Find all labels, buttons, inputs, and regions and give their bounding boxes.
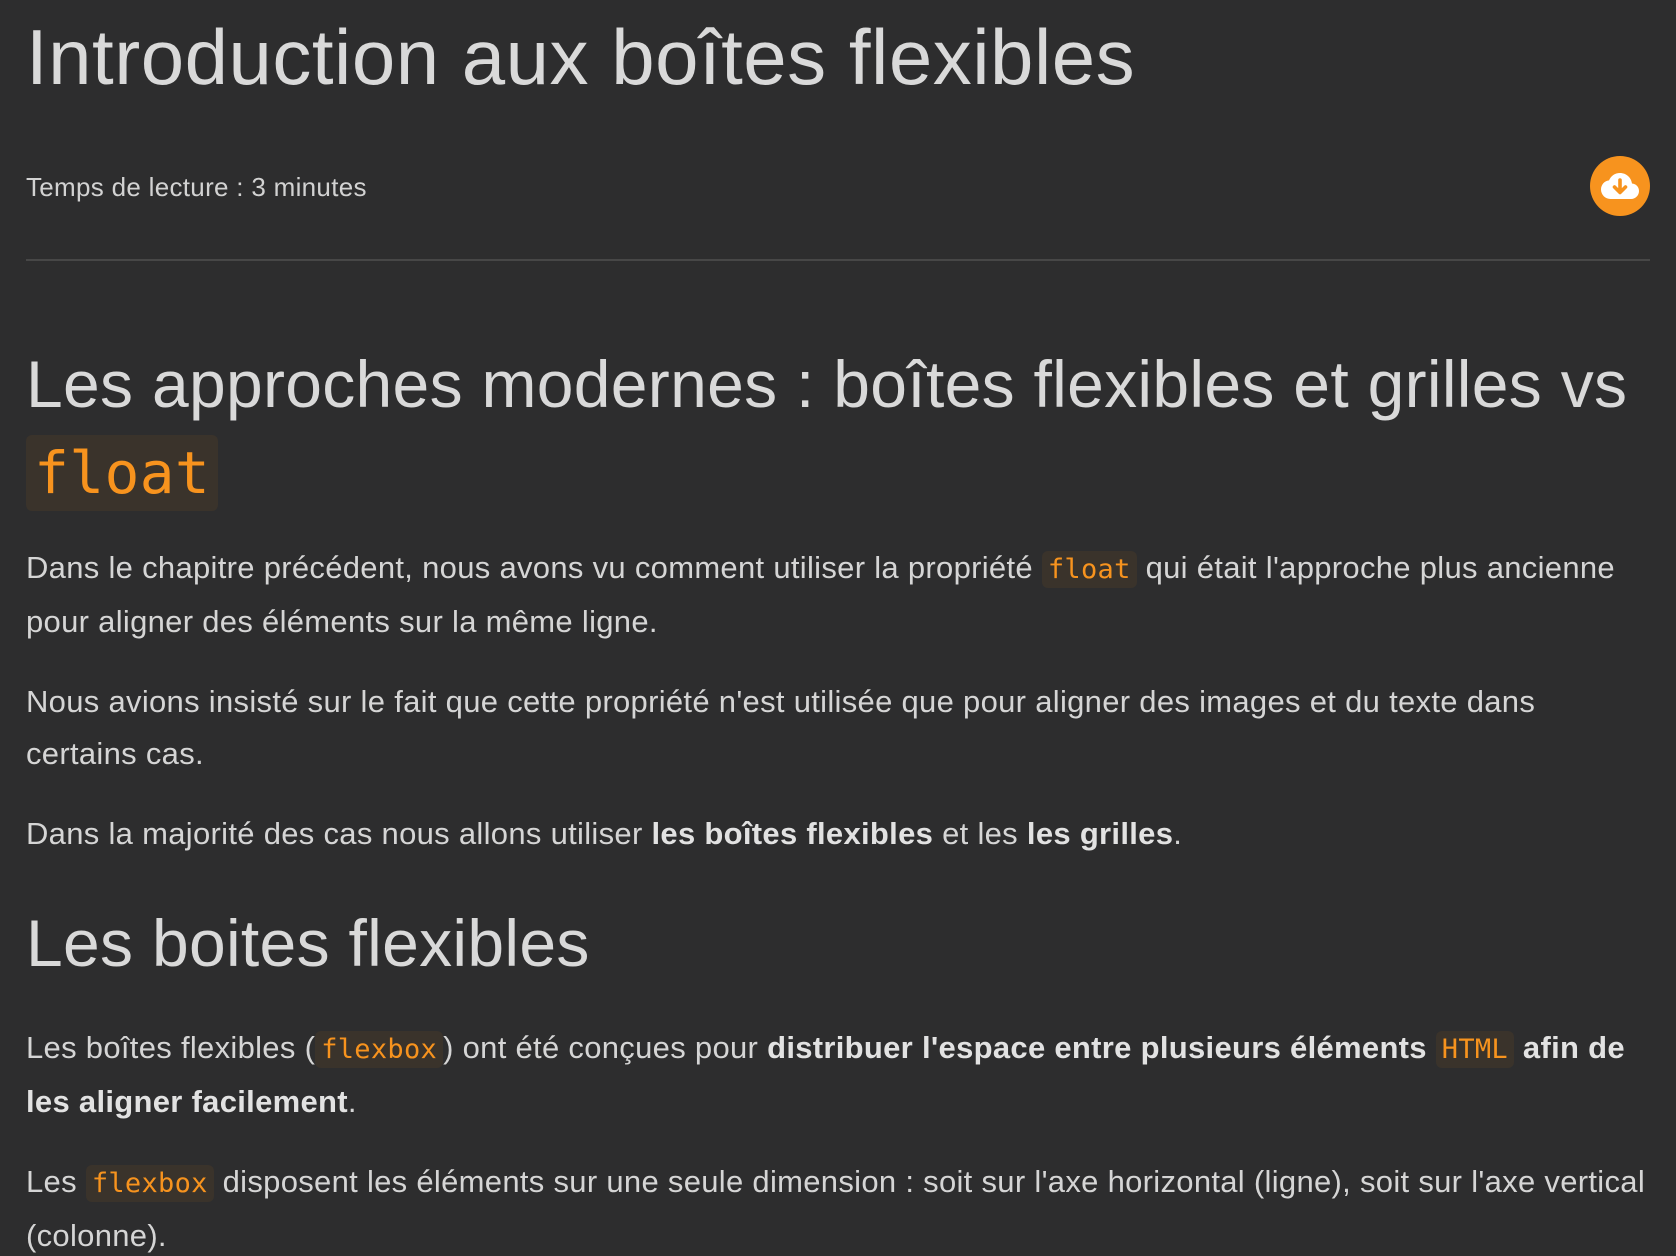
- inline-code-flexbox: flexbox: [315, 1031, 444, 1068]
- inline-code-float: float: [1041, 551, 1137, 588]
- bold-grids: les grilles: [1026, 816, 1174, 851]
- section-heading-text: Les approches modernes : boîtes flexible…: [26, 347, 1628, 421]
- paragraph-text: disposent les éléments sur une seule dim…: [26, 1164, 1646, 1253]
- paragraph-text: .: [1173, 816, 1183, 851]
- paragraph-flexbox-purpose: Les boîtes flexibles (flexbox) ont été c…: [26, 1022, 1650, 1128]
- cloud-download-icon: [1601, 173, 1639, 199]
- paragraph-flexbox-dimension: Les flexbox disposent les éléments sur u…: [26, 1156, 1650, 1256]
- paragraph-text: .: [347, 1084, 357, 1119]
- paragraph-text: Dans le chapitre précédent, nous avons v…: [26, 550, 1033, 585]
- paragraph-majority: Dans la majorité des cas nous allons uti…: [26, 808, 1650, 860]
- paragraph-float-intro: Dans le chapitre précédent, nous avons v…: [26, 542, 1650, 648]
- article-page: Introduction aux boîtes flexibles Temps …: [0, 0, 1676, 1256]
- bold-flexboxes: les boîtes flexibles: [651, 816, 934, 851]
- article-meta: Temps de lecture : 3 minutes: [26, 156, 1650, 216]
- section-heading-modern-approaches: Les approches modernes : boîtes flexible…: [26, 341, 1650, 516]
- paragraph-text: Les boîtes flexibles (: [26, 1030, 316, 1065]
- paragraph-text: ) ont été conçues pour: [443, 1030, 759, 1065]
- inline-code-float: float: [26, 435, 219, 511]
- inline-code-flexbox: flexbox: [85, 1165, 214, 1202]
- header-divider: [26, 259, 1650, 261]
- paragraph-text: et les: [942, 816, 1018, 851]
- inline-code-html: HTML: [1435, 1031, 1514, 1068]
- download-button[interactable]: [1590, 156, 1650, 216]
- bold-distribute-space: distribuer l'espace entre plusieurs élém…: [767, 1030, 1427, 1065]
- section-heading-flexboxes: Les boites flexibles: [26, 906, 590, 980]
- paragraph-text: Les: [26, 1164, 77, 1199]
- page-title: Introduction aux boîtes flexibles: [26, 13, 1136, 101]
- reading-time: Temps de lecture : 3 minutes: [26, 172, 367, 202]
- paragraph-float-usage: Nous avions insisté sur le fait que cett…: [26, 684, 1536, 771]
- paragraph-text: Dans la majorité des cas nous allons uti…: [26, 816, 643, 851]
